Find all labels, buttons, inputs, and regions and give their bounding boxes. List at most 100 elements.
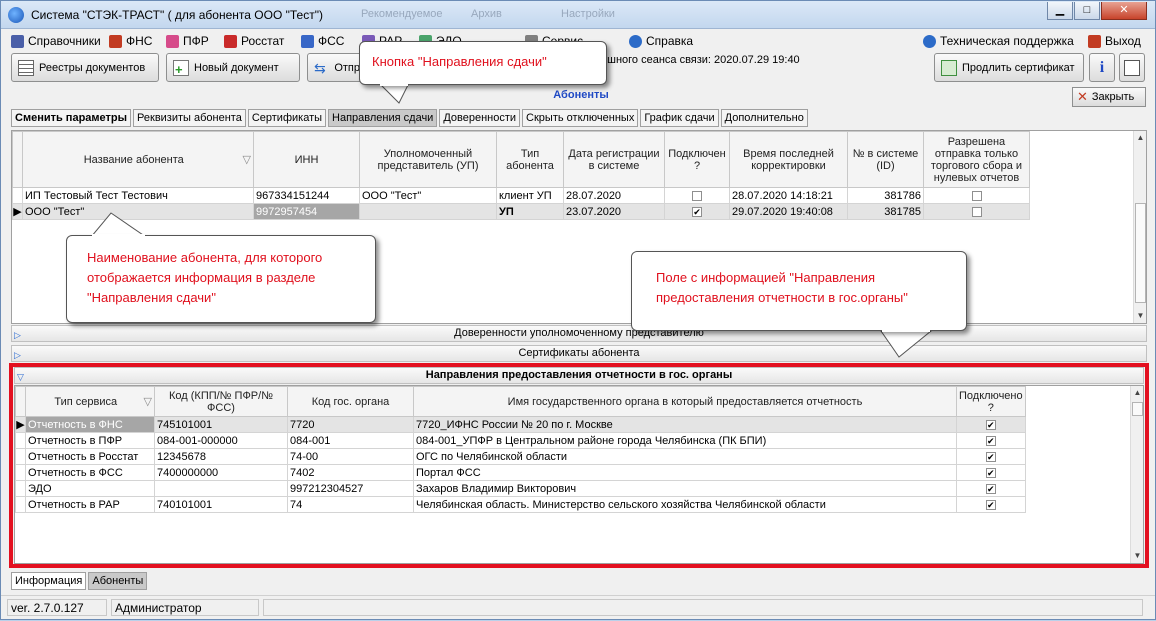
callout-tab-button: Кнопка "Направления сдачи" — [359, 41, 607, 85]
close-section-button[interactable]: ✕ Закрыть — [1072, 87, 1146, 107]
col-type[interactable]: Тип абонента — [496, 131, 564, 188]
subscribers-scrollbar[interactable]: ▲ ▼ — [1133, 131, 1146, 323]
enabled-checkbox[interactable]: ✔ — [985, 483, 996, 494]
tab-directions[interactable]: Направления сдачи — [328, 109, 438, 127]
col-modified[interactable]: Время последней корректировки — [729, 131, 848, 188]
fss-icon — [301, 34, 314, 48]
tab-info[interactable]: Информация — [11, 572, 87, 590]
expand-icon: ▷ — [14, 330, 21, 340]
col-connected[interactable]: Подключен ? — [664, 131, 730, 188]
tab-hide-disabled[interactable]: Скрыть отключенных — [522, 109, 639, 127]
menu-help[interactable]: Справка — [629, 33, 693, 49]
allowed-checkbox[interactable] — [971, 206, 982, 217]
col-date[interactable]: Дата регистрации в системе — [563, 131, 665, 188]
menu-fss[interactable]: ФСС — [301, 33, 344, 49]
col-inn[interactable]: ИНН — [253, 131, 360, 188]
table-row[interactable]: Отчетность в РАР 740101001 74 Челябинска… — [15, 496, 1026, 513]
ghost-tab-label: Архив — [471, 8, 502, 20]
tab-subscribers[interactable]: Абоненты — [88, 572, 148, 590]
sort-icon: ▽ — [143, 395, 152, 408]
scroll-down-icon[interactable]: ▼ — [1134, 309, 1147, 322]
tab-trust[interactable]: Доверенности — [439, 109, 521, 127]
app-window: Система "СТЭК-ТРАСТ" ( для абонента ООО … — [0, 0, 1156, 620]
enabled-checkbox[interactable]: ✔ — [985, 499, 996, 510]
connected-checkbox[interactable] — [692, 190, 702, 201]
info-icon[interactable]: i — [1089, 53, 1115, 82]
status-empty — [263, 599, 1143, 616]
table-row[interactable]: Отчетность в Росстат 12345678 74-00 ОГС … — [15, 448, 1026, 465]
table-row[interactable]: Отчетность в ПФР 084-001-000000 084-001 … — [15, 432, 1026, 449]
table-row[interactable]: Отчетность в ФСС 7400000000 7402 Портал … — [15, 464, 1026, 481]
col-rep[interactable]: Уполномоченный представитель (УП) — [359, 131, 497, 188]
scroll-thumb[interactable] — [1135, 203, 1146, 303]
menu-exit[interactable]: Выход — [1088, 33, 1141, 49]
col-on[interactable]: Подключено ? — [956, 386, 1026, 417]
maximize-button[interactable]: □ — [1074, 2, 1100, 20]
allowed-checkbox[interactable] — [971, 190, 982, 201]
directions-scrollbar[interactable]: ▲ ▼ — [1130, 386, 1143, 563]
expand-icon: ▷ — [14, 350, 21, 360]
table-row[interactable]: ИП Тестовый Тест Тестович 967334151244 О… — [12, 187, 1030, 204]
exit-icon — [1088, 34, 1101, 48]
book-icon — [11, 34, 24, 48]
table-row[interactable]: ▶ Отчетность в ФНС 745101001 7720 7720_И… — [15, 416, 1026, 433]
session-info: ешного сеанса связи: 2020.07.29 19:40 — [601, 54, 800, 66]
tab-change-params[interactable]: Сменить параметры — [11, 109, 132, 127]
certificate-icon — [941, 59, 957, 76]
col-code[interactable]: Код (КПП/№ ПФР/№ ФСС) — [154, 386, 288, 417]
col-id[interactable]: № в системе (ID) — [847, 131, 924, 188]
status-bar: ver. 2.7.0.127 Администратор — [1, 595, 1155, 619]
tab-additional[interactable]: Дополнительно — [720, 109, 808, 127]
enabled-checkbox[interactable]: ✔ — [985, 451, 996, 462]
scroll-down-icon[interactable]: ▼ — [1131, 549, 1144, 562]
callout-directions-field: Поле с информацией "Направления предоста… — [631, 251, 967, 331]
document-icon — [1124, 59, 1140, 76]
table-row[interactable]: ЭДО 997212304527 Захаров Владимир Виктор… — [15, 480, 1026, 497]
pfr-icon — [166, 34, 179, 48]
sort-icon: ▽ — [242, 153, 251, 166]
send-icon: ⇆ — [314, 59, 326, 76]
table-row[interactable]: ▶ ООО "Тест" 9972957454 УП 23.07.2020 ✔ … — [12, 203, 1030, 220]
col-service[interactable]: Тип сервиса ▽ — [25, 386, 155, 417]
extend-certificate-button[interactable]: Продлить сертификат — [934, 53, 1084, 82]
title-bar[interactable]: Система "СТЭК-ТРАСТ" ( для абонента ООО … — [1, 1, 1155, 29]
send-button[interactable]: ⇆ Отпр — [307, 53, 367, 82]
window-title: Система "СТЭК-ТРАСТ" ( для абонента ООО … — [31, 8, 323, 22]
scroll-up-icon[interactable]: ▲ — [1131, 386, 1144, 399]
document-icon-button[interactable] — [1119, 53, 1145, 82]
menu-spravochniki[interactable]: Справочники — [11, 33, 101, 49]
scroll-up-icon[interactable]: ▲ — [1134, 131, 1147, 144]
scroll-thumb[interactable] — [1132, 402, 1143, 416]
new-document-button[interactable]: + Новый документ — [166, 53, 300, 82]
col-allowed[interactable]: Разрешена отправка только торгового сбор… — [923, 131, 1030, 188]
enabled-checkbox[interactable]: ✔ — [985, 435, 996, 446]
panel-trust-bar[interactable]: ▷ Доверенности уполномоченному представи… — [11, 325, 1147, 342]
fns-icon — [109, 34, 122, 48]
col-name[interactable]: Название абонента ▽ — [22, 131, 254, 188]
enabled-checkbox[interactable]: ✔ — [985, 467, 996, 478]
registry-button[interactable]: Реестры документов — [11, 53, 159, 82]
menu-fns[interactable]: ФНС — [109, 33, 152, 49]
tab-requisites[interactable]: Реквизиты абонента — [133, 109, 246, 127]
minimize-button[interactable]: ▁ — [1047, 2, 1073, 20]
section-title: Абоненты — [553, 89, 609, 101]
subscribers-table: Название абонента ▽ ИНН Уполномоченный пр… — [12, 131, 1030, 220]
menu-rosstat[interactable]: Росстат — [224, 33, 284, 49]
tab-certificates[interactable]: Сертификаты — [247, 109, 327, 127]
menu-support[interactable]: Техническая поддержка — [923, 33, 1074, 49]
col-org-code[interactable]: Код гос. органа — [287, 386, 414, 417]
collapse-icon: ▽ — [17, 372, 24, 382]
ghost-tab-label: Настройки — [561, 8, 615, 20]
tab-schedule[interactable]: График сдачи — [640, 109, 719, 127]
panel-certs-bar[interactable]: ▷ Сертификаты абонента — [11, 345, 1147, 362]
version-label: ver. 2.7.0.127 — [7, 599, 107, 616]
registry-icon — [18, 59, 34, 76]
col-org-name[interactable]: Имя государственного органа в который пр… — [413, 386, 957, 417]
menu-pfr[interactable]: ПФР — [166, 33, 209, 49]
tab-strip: Сменить параметры Реквизиты абонента Сер… — [11, 109, 808, 127]
app-logo-icon — [8, 7, 24, 23]
connected-checkbox[interactable]: ✔ — [692, 206, 702, 217]
enabled-checkbox[interactable]: ✔ — [985, 419, 996, 430]
panel-directions-bar[interactable]: ▽ Направления предоставления отчетности … — [14, 367, 1144, 384]
close-window-button[interactable]: ✕ — [1101, 2, 1147, 20]
